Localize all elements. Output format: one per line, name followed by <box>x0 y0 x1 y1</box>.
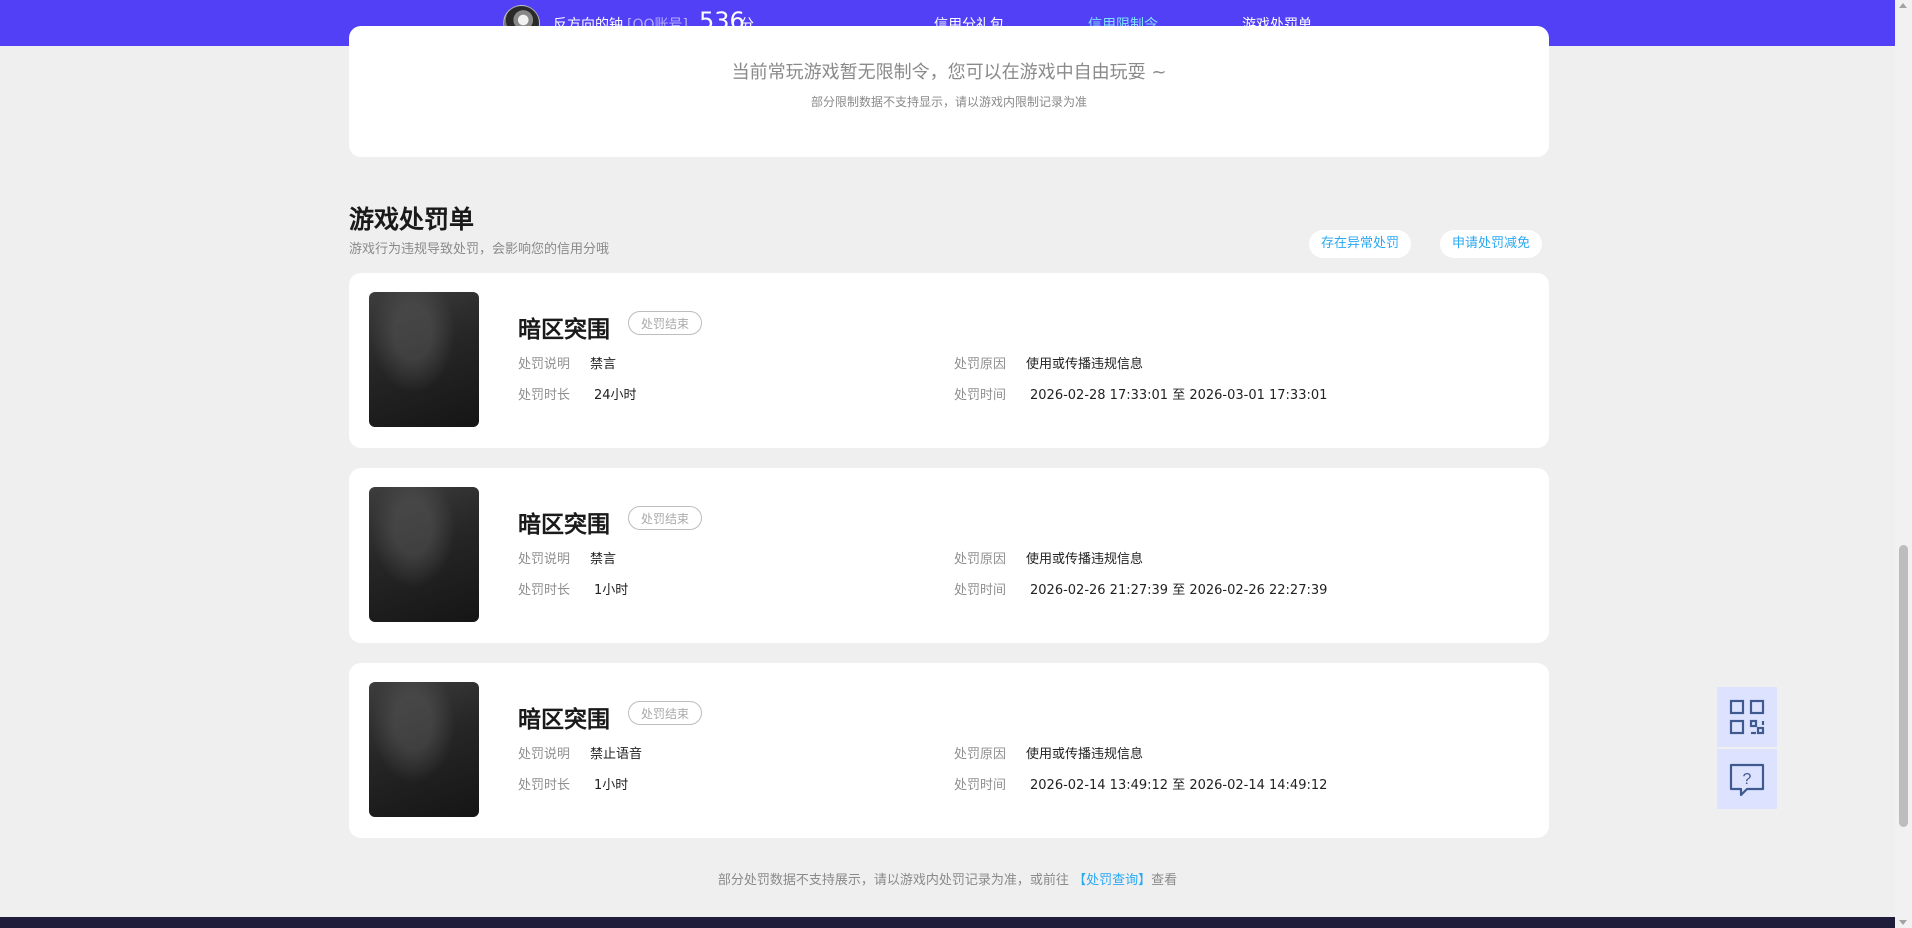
reason-label: 处罚原因 <box>954 552 1007 567</box>
game-thumbnail <box>369 292 479 427</box>
game-thumbnail <box>369 682 479 817</box>
reason-label: 处罚原因 <box>954 357 1007 372</box>
scroll-down-arrow-icon[interactable] <box>1899 920 1907 925</box>
footer-note: 部分处罚数据不支持展示，请以游戏内处罚记录为准，或前往 【处罚查询】查看 <box>0 869 1895 888</box>
punishment-card: 暗区突围 处罚结束 处罚说明 禁止语音 处罚原因 使用或传播违规信息 处罚时长 … <box>349 663 1549 838</box>
restriction-card: 当前常玩游戏暂无限制令，您可以在游戏中自由玩耍 ~ 部分限制数据不支持显示，请以… <box>349 26 1549 157</box>
apply-reduction-button[interactable]: 申请处罚减免 <box>1440 230 1543 258</box>
desc-value: 禁止语音 <box>590 747 643 762</box>
qr-code-icon <box>1729 699 1765 735</box>
game-thumbnail <box>369 487 479 622</box>
desc-value: 禁言 <box>590 357 617 372</box>
footer-note-suffix: 查看 <box>1151 873 1178 888</box>
section-title: 游戏处罚单 <box>349 205 475 234</box>
punishment-card: 暗区突围 处罚结束 处罚说明 禁言 处罚原因 使用或传播违规信息 处罚时长 24… <box>349 273 1549 448</box>
game-name: 暗区突围 <box>518 512 610 538</box>
scroll-up-arrow-icon[interactable] <box>1899 3 1907 8</box>
svg-text:?: ? <box>1743 771 1752 788</box>
time-label: 处罚时间 <box>954 778 1007 793</box>
time-label: 处罚时间 <box>954 388 1007 403</box>
time-value: 2026-02-26 21:27:39 至 2026-02-26 22:27:3… <box>1030 583 1328 598</box>
status-badge: 处罚结束 <box>628 701 703 725</box>
duration-value: 24小时 <box>594 388 637 403</box>
restriction-note: 部分限制数据不支持显示，请以游戏内限制记录为准 <box>810 95 1087 109</box>
scrollbar-thumb[interactable] <box>1899 545 1908 827</box>
duration-label: 处罚时长 <box>518 388 571 403</box>
status-badge: 处罚结束 <box>628 506 703 530</box>
time-value: 2026-02-28 17:33:01 至 2026-03-01 17:33:0… <box>1030 388 1328 403</box>
reason-value: 使用或传播违规信息 <box>1026 357 1144 372</box>
time-label: 处罚时间 <box>954 583 1007 598</box>
duration-value: 1小时 <box>594 583 629 598</box>
status-badge: 处罚结束 <box>628 311 703 335</box>
page-footer-bar <box>0 917 1895 928</box>
footer-note-prefix: 部分处罚数据不支持展示，请以游戏内处罚记录为准，或前往 <box>717 873 1069 888</box>
game-name: 暗区突围 <box>518 317 610 343</box>
desc-label: 处罚说明 <box>518 552 571 567</box>
game-name: 暗区突围 <box>518 707 610 733</box>
punishment-query-link[interactable]: 【处罚查询】 <box>1073 873 1151 888</box>
qr-code-button[interactable] <box>1717 687 1777 747</box>
section-subtitle: 游戏行为违规导致处罚，会影响您的信用分哦 <box>349 242 610 257</box>
page-scrollbar[interactable] <box>1895 0 1912 928</box>
restriction-message: 当前常玩游戏暂无限制令，您可以在游戏中自由玩耍 ~ <box>731 62 1167 83</box>
reason-value: 使用或传播违规信息 <box>1026 552 1144 567</box>
desc-label: 处罚说明 <box>518 747 571 762</box>
abnormal-punishment-button[interactable]: 存在异常处罚 <box>1309 230 1412 258</box>
reason-value: 使用或传播违规信息 <box>1026 747 1144 762</box>
desc-label: 处罚说明 <box>518 357 571 372</box>
duration-label: 处罚时长 <box>518 583 571 598</box>
duration-value: 1小时 <box>594 778 629 793</box>
duration-label: 处罚时长 <box>518 778 571 793</box>
reason-label: 处罚原因 <box>954 747 1007 762</box>
time-value: 2026-02-14 13:49:12 至 2026-02-14 14:49:1… <box>1030 778 1328 793</box>
desc-value: 禁言 <box>590 552 617 567</box>
punishment-card: 暗区突围 处罚结束 处罚说明 禁言 处罚原因 使用或传播违规信息 处罚时长 1小… <box>349 468 1549 643</box>
help-chat-icon: ? <box>1729 763 1765 797</box>
help-button[interactable]: ? <box>1717 749 1777 809</box>
